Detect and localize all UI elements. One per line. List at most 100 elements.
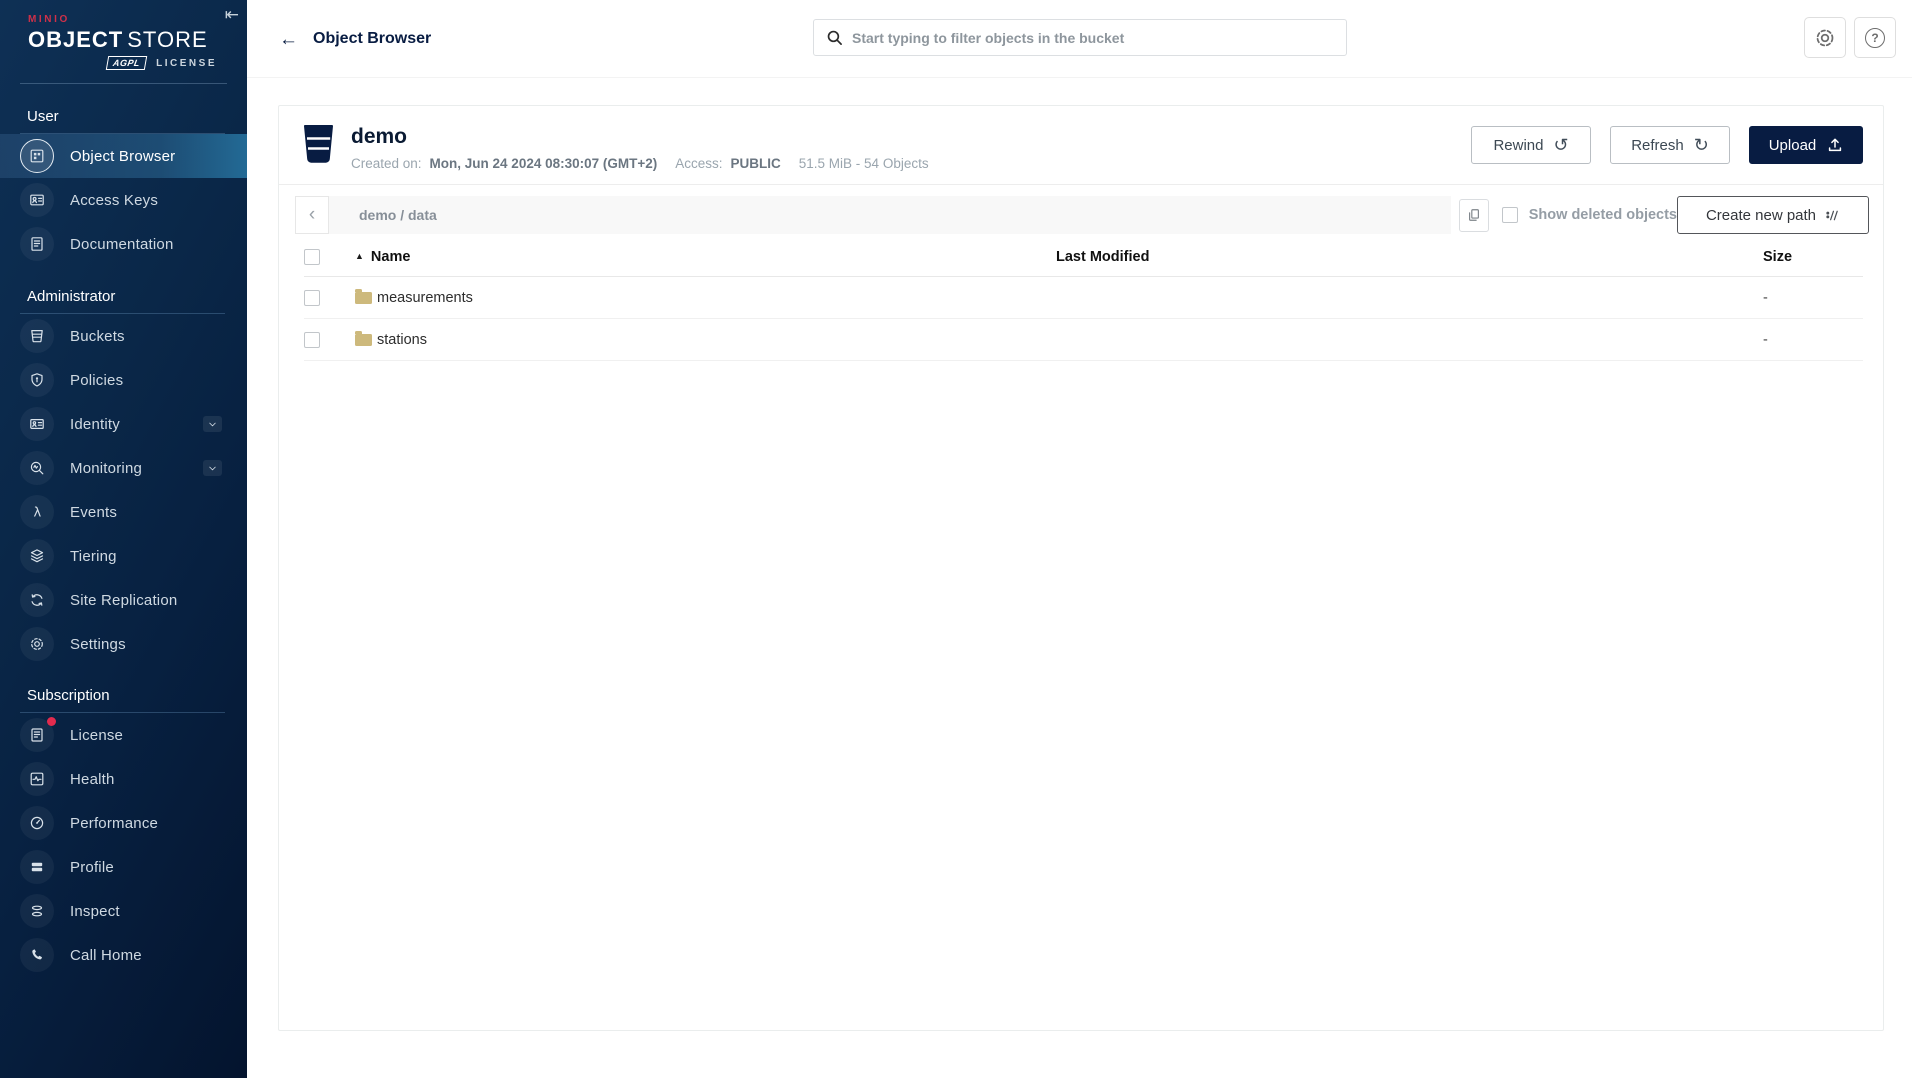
table-row[interactable]: stations - [304,319,1863,361]
sidebar-item-documentation[interactable]: Documentation [0,222,247,266]
search-icon [826,29,843,46]
sidebar-item-monitoring[interactable]: Monitoring [0,446,247,490]
column-header-size[interactable]: Size [1763,249,1863,265]
help-icon: ? [1865,28,1885,48]
select-all-checkbox[interactable] [304,249,320,265]
sidebar-item-label: Call Home [70,947,142,964]
chevron-left-icon: ‹ [309,204,315,226]
inspect-icon [29,903,45,919]
chevron-down-icon[interactable] [203,416,222,432]
monitoring-icon [29,460,45,476]
performance-icon [29,815,45,831]
row-checkbox[interactable] [304,290,320,306]
column-header-last-modified[interactable]: Last Modified [1056,249,1763,265]
minio-logo: MINIO OBJECTSTORE AGPL LICENSE [0,0,247,70]
sidebar-item-buckets[interactable]: Buckets [0,314,247,358]
access-keys-icon [29,192,45,208]
sidebar-item-policies[interactable]: Policies [0,358,247,402]
show-deleted-label: Show deleted objects [1529,207,1677,223]
product-name: OBJECTSTORE [28,27,227,53]
show-deleted-checkbox[interactable] [1502,207,1518,223]
sidebar-item-license[interactable]: License [0,713,247,757]
folder-icon [355,292,372,304]
sidebar-collapse-icon[interactable]: ⇤ [225,6,239,23]
sidebar-item-access-keys[interactable]: Access Keys [0,178,247,222]
sidebar-item-label: Performance [70,815,158,832]
row-checkbox[interactable] [304,332,320,348]
sidebar-item-label: License [70,727,123,744]
lambda-icon: λ [29,504,45,520]
sidebar-item-label: Site Replication [70,592,177,609]
rewind-button[interactable]: Rewind ↺ [1471,126,1591,164]
objects-table: ▲Name Last Modified Size measurements - … [304,238,1863,361]
chevron-down-icon[interactable] [203,460,222,476]
sidebar-item-site-replication[interactable]: Site Replication [0,578,247,622]
browse-section: ‹ demo / data Show deleted objects Creat… [279,184,1883,361]
sort-ascending-icon: ▲ [355,251,364,261]
path-icon [1825,208,1840,223]
bucket-summary: 51.5 MiB - 54 Objects [799,156,929,171]
back-arrow-icon[interactable]: ← [279,30,298,49]
sidebar-item-label: Events [70,504,117,521]
table-row[interactable]: measurements - [304,277,1863,319]
object-name: stations [377,332,427,348]
documentation-icon [29,236,45,252]
replication-icon [29,592,45,608]
sidebar-item-events[interactable]: λ Events [0,490,247,534]
section-label-subscription: Subscription [0,687,247,704]
table-header-row: ▲Name Last Modified Size [304,238,1863,277]
page-title: Object Browser [313,30,431,48]
sidebar-item-inspect[interactable]: Inspect [0,889,247,933]
sidebar-item-label: Settings [70,636,126,653]
sidebar-item-performance[interactable]: Performance [0,801,247,845]
refresh-icon: ↻ [1694,136,1709,154]
sidebar-item-health[interactable]: Health [0,757,247,801]
object-name: measurements [377,290,473,306]
access-label: Access: [675,156,722,171]
upload-button[interactable]: Upload [1749,126,1863,164]
health-icon [29,771,45,787]
created-value: Mon, Jun 24 2024 08:30:07 (GMT+2) [430,156,658,171]
create-new-path-button[interactable]: Create new path [1677,196,1869,234]
sidebar-item-label: Tiering [70,548,117,565]
settings-gear-button[interactable] [1804,17,1846,58]
gear-icon [29,636,45,652]
sidebar-item-label: Buckets [70,328,125,345]
breadcrumb-back-button[interactable]: ‹ [295,196,329,234]
bucket-header: demo Created on: Mon, Jun 24 2024 08:30:… [279,106,1883,184]
column-header-name[interactable]: ▲Name [355,249,1056,265]
rewind-icon: ↺ [1553,136,1568,154]
main-area: ← Object Browser ? demo Created on: Mon,… [247,0,1912,1078]
sidebar-item-tiering[interactable]: Tiering [0,534,247,578]
identity-icon [29,416,45,432]
sidebar-item-label: Policies [70,372,123,389]
agpl-badge: AGPL [106,56,147,70]
bucket-icon [303,125,334,163]
license-word: LICENSE [156,58,217,69]
refresh-button[interactable]: Refresh ↻ [1610,126,1730,164]
upload-icon [1827,137,1843,153]
access-value: PUBLIC [731,156,781,171]
breadcrumb[interactable]: demo / data [329,196,1451,234]
bucket-icon [29,328,45,344]
policy-icon [29,372,45,388]
sidebar-item-settings[interactable]: Settings [0,622,247,666]
sidebar-item-label: Access Keys [70,192,158,209]
sidebar-item-label: Health [70,771,115,788]
license-icon [29,727,45,743]
copy-path-button[interactable] [1459,199,1489,232]
sidebar-item-label: Object Browser [70,148,175,165]
sidebar-item-profile[interactable]: Profile [0,845,247,889]
object-size: - [1763,332,1863,348]
sidebar-item-call-home[interactable]: Call Home [0,933,247,977]
sidebar-item-label: Inspect [70,903,120,920]
profile-icon [29,859,45,875]
sidebar-item-label: Identity [70,416,120,433]
sidebar-item-identity[interactable]: Identity [0,402,247,446]
search-input[interactable] [852,30,1334,46]
gear-icon [1814,27,1836,49]
help-button[interactable]: ? [1854,17,1896,58]
sidebar-item-object-browser[interactable]: Object Browser [0,134,247,178]
divider [20,83,227,84]
copy-icon [1467,208,1481,222]
